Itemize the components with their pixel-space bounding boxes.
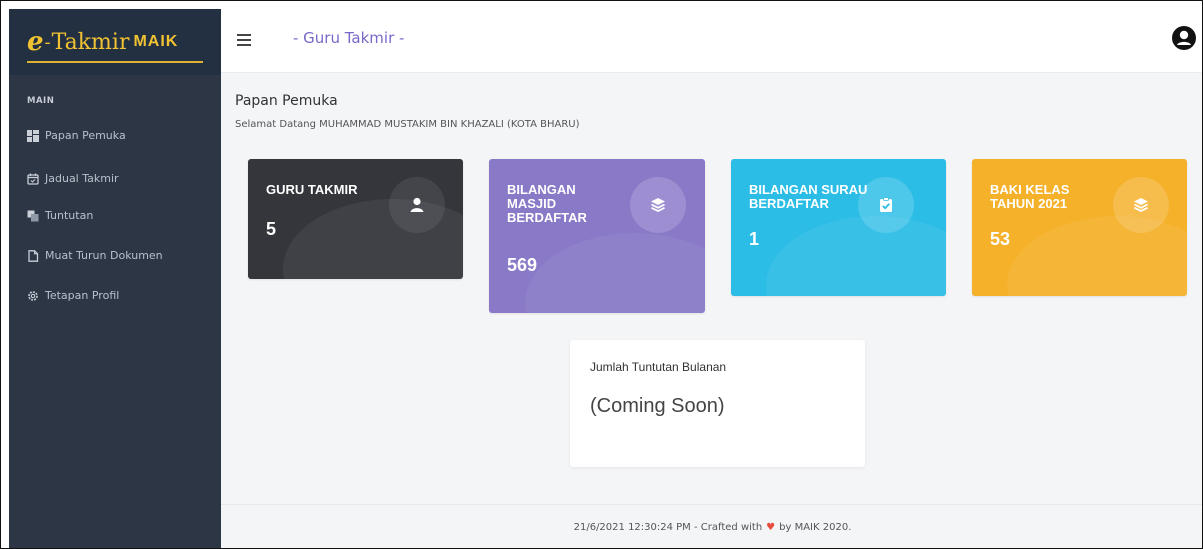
stat-card-value: 1 (749, 229, 760, 249)
dashboard-content: Papan Pemuka Selamat Datang MUHAMMAD MUS… (221, 73, 1202, 504)
app-window: e - Takmir MAIK MAIN Papan Pemuka Jadual… (0, 0, 1203, 549)
sidebar: e - Takmir MAIK MAIN Papan Pemuka Jadual… (9, 9, 221, 548)
monthly-claims-card: Jumlah Tuntutan Bulanan (Coming Soon) (570, 340, 865, 467)
calendar-icon (27, 173, 39, 185)
user-circle-icon[interactable] (1172, 26, 1196, 50)
page-title: Papan Pemuka (235, 93, 338, 109)
stat-card-guru-takmir[interactable]: GURU TAKMIR 5 (248, 159, 463, 279)
layers-icon (1113, 177, 1169, 233)
footer-credit: by MAIK 2020. (779, 522, 852, 533)
logo-dash: - (44, 31, 51, 53)
logo-maik: MAIK (133, 33, 179, 50)
sidebar-item-label: Papan Pemuka (45, 129, 126, 142)
sidebar-item-muat-turun-dokumen[interactable]: Muat Turun Dokumen (27, 249, 163, 262)
user-icon (389, 177, 445, 233)
logo[interactable]: e - Takmir MAIK (9, 9, 221, 75)
sidebar-item-tuntutan[interactable]: Tuntutan (27, 209, 93, 222)
sidebar-section-main: MAIN (27, 96, 55, 106)
welcome-text: Selamat Datang MUHAMMAD MUSTAKIM BIN KHA… (235, 119, 580, 130)
layers-icon (630, 177, 686, 233)
dashboard-icon (27, 129, 39, 142)
stat-card-baki-kelas[interactable]: BAKI KELAS TAHUN 2021 53 (972, 159, 1187, 296)
heart-icon: ♥ (766, 522, 776, 533)
page-header-title: - Guru Takmir - (293, 29, 405, 47)
stat-card-label: BILANGAN MASJID BERDAFTAR (507, 182, 587, 225)
logo-e: e (27, 27, 44, 57)
footer: 21/6/2021 12:30:24 PM - Crafted with ♥ b… (221, 504, 1202, 548)
logo-takmir: Takmir (51, 29, 130, 55)
stat-card-surau[interactable]: BILANGAN SURAU BERDAFTAR 1 (731, 159, 946, 296)
sidebar-item-label: Tetapan Profil (45, 289, 120, 302)
sidebar-item-label: Tuntutan (45, 209, 94, 222)
sidebar-item-label: Jadual Takmir (45, 172, 119, 185)
stat-card-label: GURU TAKMIR (266, 182, 358, 197)
copy-icon (27, 210, 39, 222)
stat-card-label: BAKI KELAS TAHUN 2021 (990, 182, 1070, 211)
stat-card-value: 53 (990, 229, 1011, 249)
sidebar-item-tetapan-profil[interactable]: Tetapan Profil (27, 289, 119, 302)
monthly-claims-value: (Coming Soon) (590, 395, 725, 417)
gear-icon (27, 290, 39, 302)
stat-card-value: 569 (507, 255, 538, 275)
sidebar-item-label: Muat Turun Dokumen (45, 249, 163, 262)
stat-card-masjid[interactable]: BILANGAN MASJID BERDAFTAR 569 (489, 159, 705, 313)
hamburger-icon[interactable] (237, 34, 251, 46)
clipboard-check-icon (858, 177, 914, 233)
monthly-claims-title: Jumlah Tuntutan Bulanan (590, 360, 727, 374)
stat-card-value: 5 (266, 219, 277, 239)
sidebar-item-jadual-takmir[interactable]: Jadual Takmir (27, 172, 119, 185)
logo-underline (27, 61, 203, 63)
footer-text: 21/6/2021 12:30:24 PM - Crafted with (573, 522, 763, 533)
file-icon (27, 249, 39, 262)
top-bar: - Guru Takmir - (221, 9, 1202, 73)
sidebar-item-papan-pemuka[interactable]: Papan Pemuka (27, 129, 126, 142)
